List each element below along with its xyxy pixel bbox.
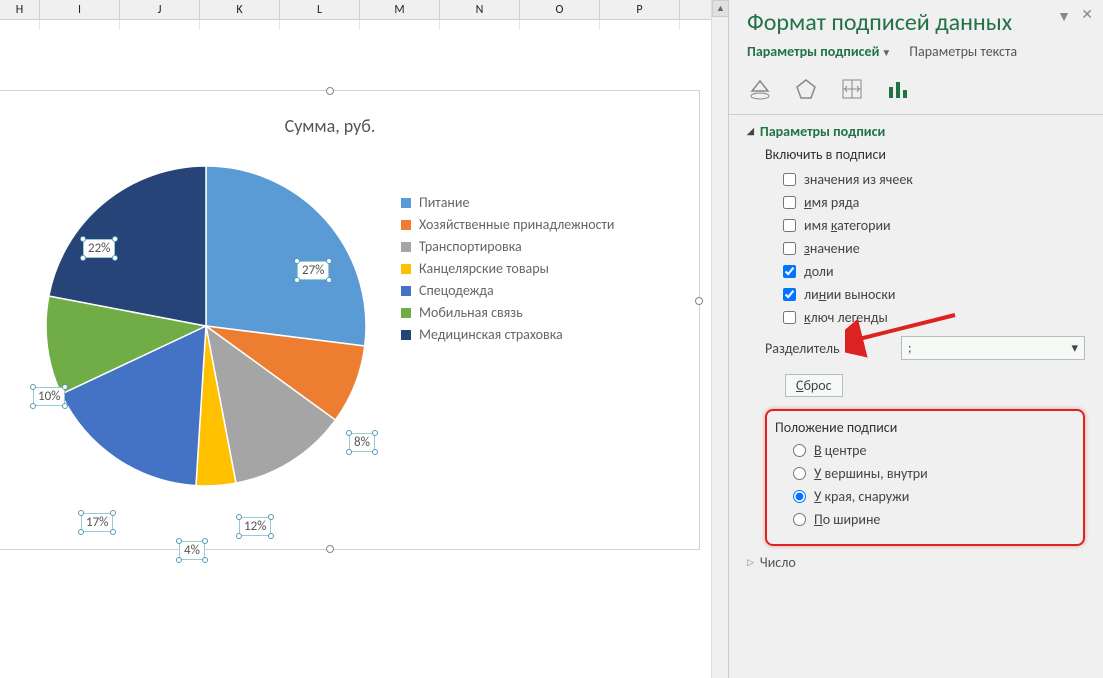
- reset-button[interactable]: Сброс: [785, 374, 843, 397]
- effects-icon[interactable]: [793, 76, 819, 102]
- tab-label-options[interactable]: Параметры подписей▼: [747, 43, 891, 60]
- fill-line-icon[interactable]: [747, 76, 773, 102]
- scroll-up-icon[interactable]: ▲: [712, 0, 729, 17]
- legend-item: Хозяйственные принадлежности: [401, 216, 615, 233]
- col-header[interactable]: N: [440, 0, 520, 19]
- cell[interactable]: [600, 20, 680, 30]
- include-in-label: Включить в подписи: [765, 146, 1085, 163]
- tab-text-options[interactable]: Параметры текста: [909, 43, 1017, 60]
- chk-legend-key[interactable]: ключ легенды: [783, 309, 1085, 326]
- chevron-down-icon: ▾: [1071, 341, 1078, 356]
- chk-percentage[interactable]: доли: [783, 263, 1085, 280]
- close-icon[interactable]: ✕: [1081, 6, 1093, 23]
- pie-chart[interactable]: [41, 161, 371, 491]
- legend-item: Транспортировка: [401, 238, 615, 255]
- pane-title: Формат подписей данных: [729, 0, 1103, 37]
- data-label[interactable]: 17%: [81, 513, 113, 532]
- legend-item: Питание: [401, 194, 615, 211]
- worksheet-area: H I J K L M N O P Сумма, руб. Питание Хо: [0, 0, 728, 678]
- section-number[interactable]: ▷Число: [747, 554, 1085, 571]
- chk-category-name[interactable]: имя категории: [783, 217, 1085, 234]
- separator-dropdown[interactable]: ;▾: [901, 336, 1085, 360]
- data-label[interactable]: 22%: [83, 239, 115, 258]
- data-label[interactable]: 8%: [349, 433, 375, 452]
- legend-item: Канцелярские товары: [401, 260, 615, 277]
- legend[interactable]: Питание Хозяйственные принадлежности Тра…: [401, 189, 615, 348]
- chk-value[interactable]: значение: [783, 240, 1085, 257]
- radio-best-fit[interactable]: По ширине: [793, 511, 1075, 528]
- cell[interactable]: [520, 20, 600, 30]
- cell[interactable]: [120, 20, 200, 30]
- row-strip: [0, 20, 728, 30]
- cell[interactable]: [0, 20, 40, 30]
- legend-item: Медицинская страховка: [401, 326, 615, 343]
- legend-item: Мобильная связь: [401, 304, 615, 321]
- position-title: Положение подписи: [775, 419, 1075, 436]
- chk-leader-lines[interactable]: линии выноски: [783, 286, 1085, 303]
- label-position-group: Положение подписи В центре У вершины, вн…: [765, 409, 1085, 546]
- vertical-scrollbar[interactable]: ▲: [711, 0, 728, 678]
- radio-inside-end[interactable]: У вершины, внутри: [793, 465, 1075, 482]
- column-headers: H I J K L M N O P: [0, 0, 728, 20]
- col-header[interactable]: H: [0, 0, 40, 19]
- separator-label: Разделитель: [765, 340, 885, 357]
- cell[interactable]: [360, 20, 440, 30]
- radio-center[interactable]: В центре: [793, 442, 1075, 459]
- format-pane: ▼ ✕ Формат подписей данных Параметры под…: [728, 0, 1103, 678]
- data-label[interactable]: 10%: [33, 387, 65, 406]
- chart-object[interactable]: Сумма, руб. Питание Хозяйственные принад…: [0, 90, 700, 550]
- cell[interactable]: [40, 20, 120, 30]
- col-header[interactable]: P: [600, 0, 680, 19]
- radio-outside-end[interactable]: У края, снаружи: [793, 488, 1075, 505]
- col-header[interactable]: J: [120, 0, 200, 19]
- col-header[interactable]: M: [360, 0, 440, 19]
- label-options-icon[interactable]: [885, 76, 911, 102]
- col-header[interactable]: I: [40, 0, 120, 19]
- col-header[interactable]: K: [200, 0, 280, 19]
- data-label[interactable]: 4%: [179, 541, 205, 560]
- section-label-options[interactable]: ◢Параметры подписи: [747, 123, 1085, 140]
- cell[interactable]: [440, 20, 520, 30]
- col-header[interactable]: O: [520, 0, 600, 19]
- size-properties-icon[interactable]: [839, 76, 865, 102]
- pane-category-icons: [729, 70, 1103, 114]
- data-label[interactable]: 27%: [297, 261, 329, 280]
- pane-menu-icon[interactable]: ▼: [1057, 8, 1071, 25]
- legend-item: Спецодежда: [401, 282, 615, 299]
- col-header[interactable]: L: [280, 0, 360, 19]
- cell[interactable]: [200, 20, 280, 30]
- chk-values-from-cells[interactable]: значения из ячеек: [783, 171, 1085, 188]
- cell[interactable]: [280, 20, 360, 30]
- chk-series-name[interactable]: имя ряда: [783, 194, 1085, 211]
- data-label[interactable]: 12%: [239, 517, 271, 536]
